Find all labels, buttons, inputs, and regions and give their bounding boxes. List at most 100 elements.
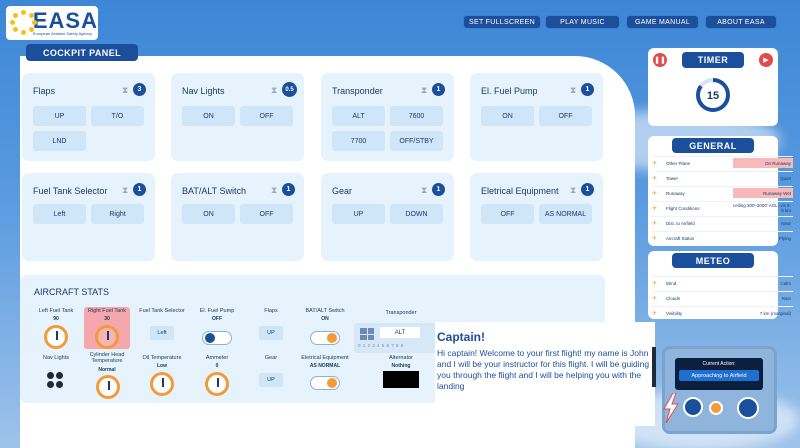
oil-temp-gauge — [150, 372, 174, 396]
flaps-up-button[interactable]: UP — [33, 106, 86, 126]
fuel-pump-toggle — [202, 331, 232, 345]
bat-alt-stat-label: BAT/ALT Switch — [305, 308, 345, 314]
meteo-panel: METEO ✈ Wind Calm ✈ Clouds Rain ✈ Visibility 7 k… — [648, 251, 793, 319]
bat-alt-off-button[interactable]: OFF — [240, 204, 293, 224]
alternator-value: Nothing — [391, 363, 411, 369]
transponder-off-button[interactable]: OFF/STBY — [390, 131, 443, 151]
ammeter-label: Ammeter — [205, 355, 229, 361]
row-value: Flying — [778, 235, 791, 241]
hourglass-icon: ⧗ — [122, 85, 129, 95]
card-title: Fuel Tank Selector — [33, 186, 108, 196]
right-fuel-value: 30 — [104, 316, 110, 322]
card-title: Nav Lights — [182, 86, 225, 96]
count-badge: 1 — [282, 183, 295, 196]
pause-icon[interactable]: ❚❚ — [653, 53, 667, 67]
fuel-pump-on-button[interactable]: ON — [481, 106, 534, 126]
row-value: Runaway Wet — [733, 188, 793, 198]
fuel-pump-label: El. Fuel Pump — [199, 308, 235, 314]
card-fuel-tank-selector: Fuel Tank Selector ⧗ 1 Left Right — [22, 173, 155, 261]
general-row: ✈ Aircraft Status Flying — [652, 231, 793, 244]
hourglass-icon: ⧗ — [421, 185, 428, 195]
hourglass-icon: ⧗ — [421, 85, 428, 95]
row-key: Clouds — [666, 295, 681, 301]
about-easa-button[interactable]: ABOUT EASA — [705, 15, 777, 29]
transponder-display: ALT 0 1 2 3 4 5 6 7 8 9 — [354, 323, 438, 353]
card-title: El. Fuel Pump — [481, 86, 538, 96]
top-bar: EASA European Aviation Safety Agency SET… — [0, 0, 800, 44]
card-bat-alt-switch: BAT/ALT Switch ⧗ 1 ON OFF — [171, 173, 304, 261]
logo-text: EASA — [32, 7, 98, 33]
general-row: ✈ Tower Quiet — [652, 171, 793, 184]
right-fuel-label: Right Fuel Tank — [87, 308, 127, 314]
cyl-temp-value: Normal — [98, 367, 116, 373]
orange-knob[interactable] — [709, 401, 723, 415]
eu-stars-icon — [10, 10, 37, 36]
count-badge: 3 — [133, 83, 146, 96]
lightning-icon — [661, 392, 681, 424]
row-value: On Runaway — [733, 158, 793, 168]
row-value: ceiling 300'-3000' AGL; vis 5-8 km — [733, 203, 792, 213]
alternator-label: Alternator — [389, 355, 413, 361]
general-row: ✈ Dist. to Airfield Near — [652, 216, 793, 229]
count-badge: 1 — [432, 183, 445, 196]
electrical-off-button[interactable]: OFF — [481, 204, 534, 224]
action-screen: Current Action: Approaching to Airfield — [675, 358, 763, 390]
logo-subtitle: European Aviation Safety Agency — [32, 30, 92, 36]
stats-title: AIRCRAFT STATS — [34, 287, 110, 297]
plane-icon: ✈ — [652, 280, 658, 287]
bat-alt-on-button[interactable]: ON — [182, 204, 235, 224]
electrical-stat-value: AS NORMAL — [309, 363, 341, 369]
flaps-to-button[interactable]: T/O — [91, 106, 144, 126]
fuel-tank-left-button[interactable]: Left — [33, 204, 86, 224]
nav-lights-off-button[interactable]: OFF — [240, 106, 293, 126]
row-key: Other Plane — [666, 160, 691, 166]
count-badge: 1 — [581, 183, 594, 196]
fuel-pump-off-button[interactable]: OFF — [539, 106, 592, 126]
plane-icon: ✈ — [652, 205, 658, 212]
play-music-button[interactable]: PLAY MUSIC — [545, 15, 620, 29]
transponder-7600-button[interactable]: 7600 — [390, 106, 443, 126]
flaps-lnd-button[interactable]: LND — [33, 131, 86, 151]
round-knob[interactable] — [737, 397, 759, 419]
electrical-toggle — [310, 376, 340, 390]
fuel-tank-right-button[interactable]: Right — [91, 204, 144, 224]
general-row: ✈ Runaway Runaway Wet — [652, 186, 793, 199]
gear-up-button[interactable]: UP — [332, 204, 385, 224]
timer-value: 15 — [707, 90, 719, 102]
meteo-row: ✈ Visibility 7 km (marginal) — [652, 306, 793, 319]
count-badge: 1 — [432, 83, 445, 96]
hourglass-icon: ⧗ — [271, 85, 278, 95]
blue-knob[interactable] — [683, 397, 703, 417]
transponder-alt-button[interactable]: ALT — [332, 106, 385, 126]
cyl-temp-gauge — [96, 375, 120, 399]
plane-icon: ✈ — [652, 220, 658, 227]
plane-icon: ✈ — [652, 175, 658, 182]
electrical-as-normal-button[interactable]: AS NORMAL — [539, 204, 592, 224]
instructor-dialog[interactable]: Captain! Hi captain! Welcome to your fir… — [435, 322, 655, 426]
action-value: Approaching to Airfield — [679, 370, 759, 381]
row-value: Rain — [781, 295, 791, 301]
general-title: GENERAL — [672, 138, 754, 153]
card-title: BAT/ALT Switch — [182, 186, 247, 196]
nav-lights-on-button[interactable]: ON — [182, 106, 235, 126]
row-key: Visibility — [666, 310, 683, 316]
transponder-7700-button[interactable]: 7700 — [332, 131, 385, 151]
flaps-stat-value: UP — [259, 326, 283, 340]
card-title: Flaps — [33, 86, 56, 96]
card-title: Eletrical Equipment — [481, 186, 559, 196]
row-key: Dist. to Airfield — [666, 220, 695, 226]
general-row: ✈ Flight Conditions ceiling 300'-3000' AGL… — [652, 201, 793, 214]
action-device: Current Action: Approaching to Airfield — [662, 346, 777, 434]
set-fullscreen-button[interactable]: SET FULLSCREEN — [463, 15, 541, 29]
dialog-scrollbar[interactable] — [652, 347, 656, 387]
count-badge: 0.5 — [282, 82, 297, 97]
oil-temp-label: Oil Temperature — [142, 355, 182, 361]
card-title: Gear — [332, 186, 353, 196]
oil-temp-value: Low — [157, 363, 167, 369]
gear-down-button[interactable]: DOWN — [390, 204, 443, 224]
play-icon[interactable]: ▶ — [759, 53, 773, 67]
game-manual-button[interactable]: GAME MANUAL — [626, 15, 699, 29]
easa-logo[interactable]: EASA European Aviation Safety Agency — [6, 6, 98, 40]
card-gear: Gear ⧗ 1 UP DOWN — [321, 173, 454, 261]
hourglass-icon: ⧗ — [570, 85, 577, 95]
